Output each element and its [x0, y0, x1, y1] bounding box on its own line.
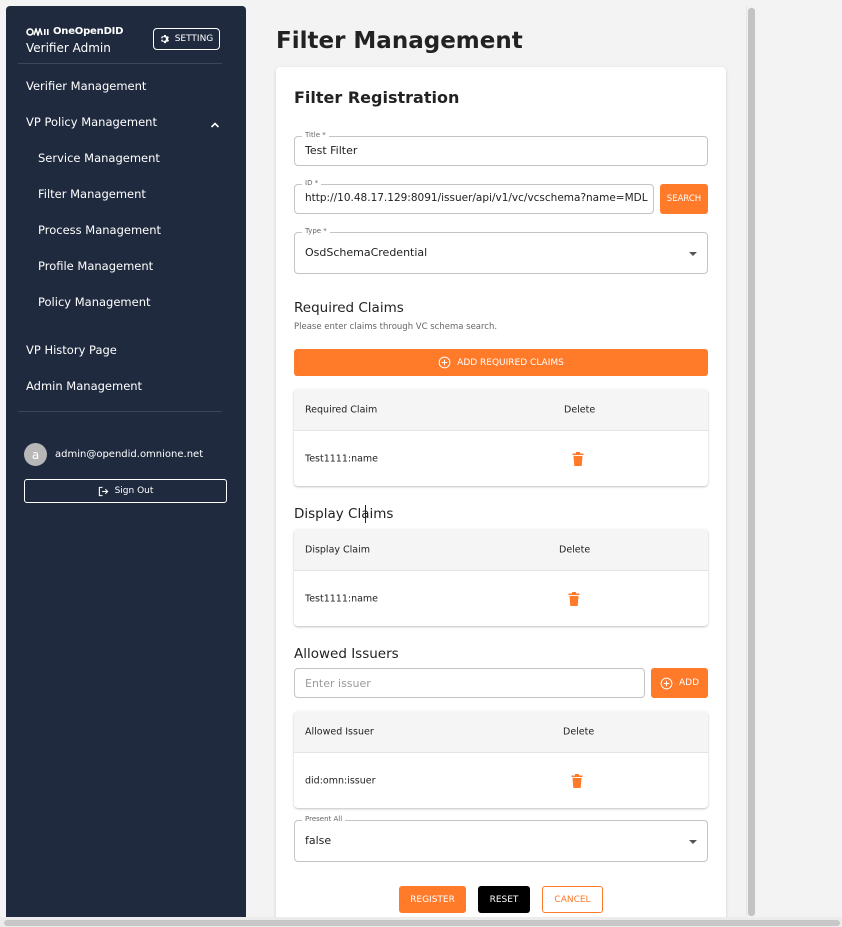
issuer-input[interactable]: [294, 668, 645, 698]
add-circle-icon: [438, 356, 451, 369]
table-header: Allowed Issuer Delete: [294, 711, 708, 753]
setting-button-label: SETTING: [174, 34, 214, 44]
sidebar-item-admin-management[interactable]: Admin Management: [26, 379, 142, 393]
sidebar-item-process-management[interactable]: Process Management: [38, 223, 161, 237]
allowed-issuers-title: Allowed Issuers: [294, 646, 399, 662]
brand-logo-text: OneOpenDID: [53, 26, 124, 37]
column-header-required-claim: Required Claim: [305, 404, 378, 415]
display-claim-cell: Test1111:name: [305, 593, 379, 604]
table-row: Test1111:name: [294, 571, 708, 626]
brand: OneOpenDID Verifier Admin: [26, 26, 123, 55]
sidebar-item-verifier-management[interactable]: Verifier Management: [26, 79, 146, 93]
trash-icon[interactable]: [571, 773, 583, 788]
gear-icon: [160, 34, 169, 44]
title-field[interactable]: Title * Test Filter: [294, 131, 708, 166]
vertical-scrollbar-thumb[interactable]: [748, 8, 755, 916]
present-all-select[interactable]: Present All false: [294, 815, 708, 862]
chevron-up-icon[interactable]: [209, 119, 221, 131]
sidebar-item-policy-management[interactable]: Policy Management: [38, 295, 151, 309]
required-claims-title: Required Claims: [294, 300, 404, 316]
sidebar-item-filter-management[interactable]: Filter Management: [38, 187, 146, 201]
sidebar-divider: [18, 411, 222, 412]
issuer-input-field[interactable]: [295, 669, 644, 697]
type-select-value: OsdSchemaCredential: [305, 246, 428, 259]
add-issuer-button[interactable]: ADD: [651, 668, 708, 698]
title-field-value: Test Filter: [305, 144, 358, 157]
text-cursor: [365, 505, 366, 523]
table-row: Test1111:name: [294, 431, 708, 486]
add-required-claims-label: ADD REQUIRED CLAIMS: [457, 357, 564, 368]
column-header-delete: Delete: [564, 404, 596, 415]
id-field[interactable]: ID * http://10.48.17.129:8091/issuer/api…: [294, 179, 654, 214]
caret-down-icon: [689, 840, 697, 844]
trash-icon[interactable]: [572, 451, 584, 466]
table-header: Display Claim Delete: [294, 529, 708, 571]
omni-logo-icon: [26, 27, 49, 36]
type-select[interactable]: Type * OsdSchemaCredential: [294, 227, 708, 274]
main-content: Filter Management Filter Registration Ti…: [246, 0, 746, 927]
allowed-issuer-cell: did:omn:issuer: [305, 775, 376, 786]
sidebar: OneOpenDID Verifier Admin SETTING Verifi…: [6, 6, 246, 917]
search-button[interactable]: SEARCH: [660, 184, 708, 214]
reset-button-label: RESET: [489, 894, 519, 905]
card-title: Filter Registration: [294, 88, 460, 107]
required-claims-subtitle: Please enter claims through VC schema se…: [294, 322, 498, 332]
user-email: admin@opendid.omnione.net: [55, 449, 204, 460]
sidebar-item-vp-policy-management[interactable]: VP Policy Management: [26, 115, 157, 129]
sign-out-label: Sign Out: [114, 486, 154, 496]
column-header-allowed-issuer: Allowed Issuer: [305, 726, 374, 737]
cancel-button-label: CANCEL: [554, 894, 591, 905]
column-header-delete: Delete: [559, 544, 591, 555]
brand-title: Verifier Admin: [26, 41, 111, 55]
sidebar-item-service-management[interactable]: Service Management: [38, 151, 160, 165]
avatar: a: [24, 443, 47, 466]
table-header: Required Claim Delete: [294, 389, 708, 431]
setting-button[interactable]: SETTING: [153, 28, 220, 50]
id-field-label: ID *: [302, 179, 322, 187]
sign-out-icon: [98, 486, 108, 496]
display-claims-table: Display Claim Delete Test1111:name: [294, 529, 708, 626]
horizontal-scrollbar-thumb[interactable]: [4, 920, 840, 926]
page: OneOpenDID Verifier Admin SETTING Verifi…: [0, 0, 842, 927]
search-button-label: SEARCH: [666, 194, 702, 204]
column-header-display-claim: Display Claim: [305, 544, 371, 555]
table-row: did:omn:issuer: [294, 753, 708, 808]
sidebar-divider: [18, 63, 222, 64]
user-info: a admin@opendid.omnione.net: [24, 443, 203, 466]
required-claims-table: Required Claim Delete Test1111:name: [294, 389, 708, 486]
present-all-value: false: [305, 834, 332, 847]
add-issuer-label: ADD: [678, 678, 700, 688]
caret-down-icon: [689, 252, 697, 256]
title-field-label: Title *: [302, 131, 329, 139]
sign-out-button[interactable]: Sign Out: [24, 479, 227, 503]
sidebar-item-vp-history-page[interactable]: VP History Page: [26, 343, 117, 357]
id-field-value: http://10.48.17.129:8091/issuer/api/v1/v…: [305, 192, 648, 204]
page-title: Filter Management: [276, 28, 523, 54]
filter-registration-card: Filter Registration Title * Test Filter …: [276, 67, 726, 927]
trash-icon[interactable]: [568, 591, 580, 606]
display-claims-title: Display Claims: [294, 506, 394, 522]
present-all-label: Present All: [302, 815, 346, 823]
type-select-label: Type *: [302, 227, 330, 235]
required-claim-cell: Test1111:name: [305, 453, 379, 464]
sidebar-item-profile-management[interactable]: Profile Management: [38, 259, 153, 273]
column-header-delete: Delete: [563, 726, 595, 737]
cancel-button[interactable]: CANCEL: [542, 886, 603, 913]
allowed-issuers-table: Allowed Issuer Delete did:omn:issuer: [294, 711, 708, 808]
brand-logo: OneOpenDID: [26, 26, 123, 37]
register-button-label: REGISTER: [410, 894, 455, 905]
add-required-claims-button[interactable]: ADD REQUIRED CLAIMS: [294, 349, 708, 376]
register-button[interactable]: REGISTER: [399, 886, 466, 913]
reset-button[interactable]: RESET: [478, 886, 530, 913]
add-circle-icon: [660, 677, 673, 689]
